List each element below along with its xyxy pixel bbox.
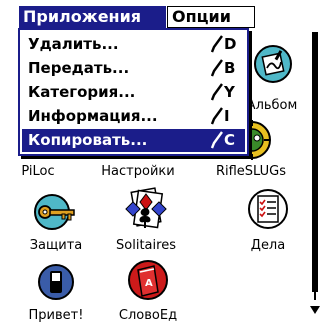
- shortcut-letter: C: [224, 131, 236, 149]
- app-label: Настройки: [101, 164, 175, 179]
- menu-item-copy[interactable]: Копировать... C: [22, 129, 245, 152]
- app-solitaires[interactable]: Solitaires: [104, 186, 188, 258]
- menu-item-label: Копировать...: [28, 131, 148, 149]
- shortcut-letter: Y: [224, 83, 235, 101]
- shortcut: B: [211, 57, 237, 80]
- hello-icon: [38, 264, 74, 300]
- app-label: Защита: [29, 238, 83, 253]
- menu-item-label: Информация...: [28, 107, 158, 125]
- shortcut: Y: [211, 81, 237, 104]
- scroll-thumb[interactable]: [312, 32, 318, 292]
- command-stroke-icon: [211, 131, 223, 149]
- todo-list-icon: [248, 189, 288, 229]
- shortcut-letter: I: [224, 107, 230, 125]
- svg-text:A: A: [145, 278, 153, 289]
- shortcut: I: [211, 105, 237, 128]
- app-label: Solitaires: [116, 238, 176, 253]
- cards-icon: [125, 187, 167, 229]
- key-icon: [34, 194, 75, 230]
- dictionary-icon: A: [128, 260, 168, 300]
- photo-album-icon: [254, 45, 292, 83]
- app-security[interactable]: Защита: [20, 192, 92, 258]
- menu-item-delete[interactable]: Удалить... D: [22, 33, 245, 56]
- shortcut: C: [211, 129, 237, 152]
- app-label: Привет!: [28, 308, 84, 323]
- menu-item-label: Удалить...: [28, 35, 119, 53]
- shortcut: D: [211, 33, 237, 56]
- scrollbar[interactable]: [309, 18, 321, 316]
- command-stroke-icon: [211, 35, 223, 53]
- shortcut-letter: B: [224, 59, 236, 77]
- app-hello[interactable]: Привет!: [20, 262, 92, 326]
- palm-launcher-screen: Альбом PiLoc Настройки RifleSLUGs Защита: [0, 0, 321, 326]
- command-stroke-icon: [211, 107, 223, 125]
- app-label: PiLoc: [21, 164, 55, 179]
- menu-item-category[interactable]: Категория... Y: [22, 81, 245, 104]
- command-stroke-icon: [211, 59, 223, 77]
- app-label: RifleSLUGs: [215, 164, 287, 179]
- menu-item-info[interactable]: Информация... I: [22, 105, 245, 128]
- menu-item-label: Категория...: [28, 83, 136, 101]
- app-todo[interactable]: Дела: [232, 186, 304, 258]
- shortcut-letter: D: [224, 35, 237, 53]
- menu-item-beam[interactable]: Передать... B: [22, 57, 245, 80]
- command-stroke-icon: [211, 83, 223, 101]
- scroll-down-arrow-icon[interactable]: [310, 306, 320, 314]
- menu-options[interactable]: Опции: [167, 6, 255, 28]
- menu-item-label: Передать...: [28, 59, 130, 77]
- app-label: Дела: [250, 238, 286, 253]
- app-dictionary[interactable]: A СловоЕд: [104, 258, 192, 326]
- applications-dropdown-menu: Удалить... D Передать... B Категория... …: [18, 28, 249, 156]
- app-label: СловоЕд: [118, 308, 178, 323]
- menu-applications[interactable]: Приложения: [19, 6, 166, 28]
